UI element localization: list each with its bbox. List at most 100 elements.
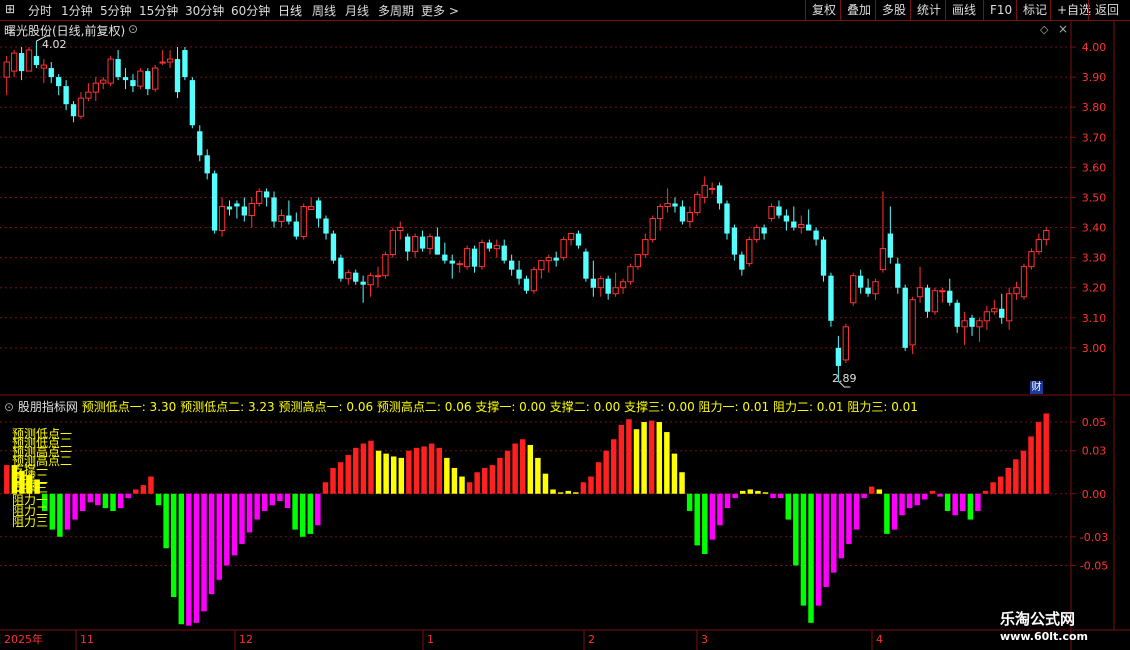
candle — [226, 200, 233, 216]
candle — [999, 293, 1005, 324]
indicator-bar — [102, 493, 109, 509]
candle — [405, 233, 411, 261]
candle — [761, 224, 767, 240]
candle — [508, 254, 515, 276]
indicator-bar — [679, 472, 685, 494]
indicator-bar — [990, 482, 996, 494]
price-tick-label: 3.00 — [1082, 342, 1107, 355]
indicator-bar — [777, 493, 784, 499]
candle — [197, 125, 203, 162]
candle — [739, 251, 745, 276]
indicator-bar — [125, 493, 131, 499]
indicator-bar — [671, 453, 678, 494]
candle — [523, 275, 530, 294]
settings-icon[interactable]: ⊙ — [128, 22, 138, 36]
indicator-readout: 阻力一: 0.01 — [698, 400, 773, 414]
indicator-tick-label: 0.03 — [1082, 445, 1107, 458]
month-label: 1 — [427, 633, 434, 646]
indicator-bar — [254, 493, 260, 520]
indicator-settings-icon: ⊙ — [4, 400, 18, 414]
indicator-bar — [49, 493, 56, 530]
candle — [634, 254, 642, 270]
indicator-bar — [960, 493, 966, 511]
candle — [471, 245, 478, 273]
indicator-bar — [884, 493, 890, 534]
candle — [516, 260, 522, 285]
indicator-bar — [823, 493, 829, 587]
candle — [850, 272, 857, 306]
candle — [991, 299, 998, 315]
candle — [353, 269, 359, 285]
indicator-bar — [732, 493, 738, 499]
price-tick-label: 3.40 — [1082, 222, 1107, 235]
diamond-icon[interactable]: ◇ — [1040, 23, 1048, 36]
finance-badge[interactable]: 财 — [1030, 381, 1043, 394]
indicator-bar — [747, 489, 754, 494]
indicator-bar — [4, 465, 10, 494]
candle — [278, 209, 285, 228]
candle — [605, 275, 611, 300]
indicator-bar — [95, 493, 101, 506]
indicator-readout: 阻力二: 0.01 — [772, 400, 848, 414]
candle — [916, 266, 924, 303]
candle — [560, 236, 567, 261]
indicator-bar — [929, 490, 936, 494]
indicator-bar — [193, 493, 200, 623]
indicator-bar — [117, 493, 124, 509]
indicator-bar — [451, 467, 458, 494]
grid-layer — [0, 20, 1130, 650]
indicator-bar — [57, 493, 63, 537]
indicator-bar — [277, 493, 283, 501]
candle — [1035, 233, 1043, 255]
candle — [791, 206, 797, 231]
indicator-bar — [648, 420, 655, 494]
indicator-bar — [345, 455, 351, 494]
indicator-header: ⊙ 股朋指标网 预测低点一: 3.30 预测低点二: 3.23 预测高点一: 0… — [4, 398, 918, 415]
indicator-readout: 预测高点一: 0.06 — [278, 400, 377, 414]
close-icon[interactable]: × — [1058, 22, 1068, 36]
indicator-bar — [762, 492, 769, 494]
candle — [152, 65, 159, 93]
candle — [820, 236, 827, 282]
candle — [271, 191, 277, 228]
indicator-bar — [982, 490, 989, 494]
candle — [530, 266, 538, 294]
candle — [969, 314, 975, 336]
candle — [204, 149, 210, 180]
candle — [887, 206, 894, 264]
candle — [315, 197, 322, 228]
year-label: 2025年 — [4, 632, 43, 646]
candlestick-series — [3, 41, 1050, 381]
indicator-bar — [292, 493, 298, 530]
indicator-bar — [1043, 413, 1049, 494]
indicator-bar — [580, 482, 587, 494]
candle — [174, 47, 181, 99]
indicator-bar — [337, 462, 344, 494]
indicator-bar — [709, 493, 716, 540]
indicator-bar — [178, 493, 185, 625]
indicator-bar — [155, 493, 162, 506]
candle — [411, 233, 419, 258]
candle — [493, 239, 500, 258]
indicator-bar — [573, 492, 579, 494]
candle — [33, 41, 40, 69]
min-price-label: 2.89 — [832, 372, 857, 385]
indicator-bar — [846, 493, 852, 544]
candle — [434, 227, 441, 255]
indicator-bar — [353, 447, 359, 494]
indicator-bar — [1035, 422, 1042, 494]
candle — [100, 77, 107, 90]
candle — [442, 242, 448, 264]
candle — [374, 266, 382, 288]
indicator-bar — [474, 472, 480, 494]
candle — [909, 296, 916, 354]
indicator-bar — [436, 447, 442, 494]
indicator-bar — [444, 457, 450, 494]
candle — [798, 215, 805, 234]
candle — [137, 68, 144, 90]
indicator-bar — [739, 490, 746, 494]
max-price-label: 4.02 — [42, 38, 67, 51]
candle — [330, 230, 337, 264]
indicator-bar — [1005, 467, 1012, 494]
indicator-bar — [330, 467, 336, 494]
